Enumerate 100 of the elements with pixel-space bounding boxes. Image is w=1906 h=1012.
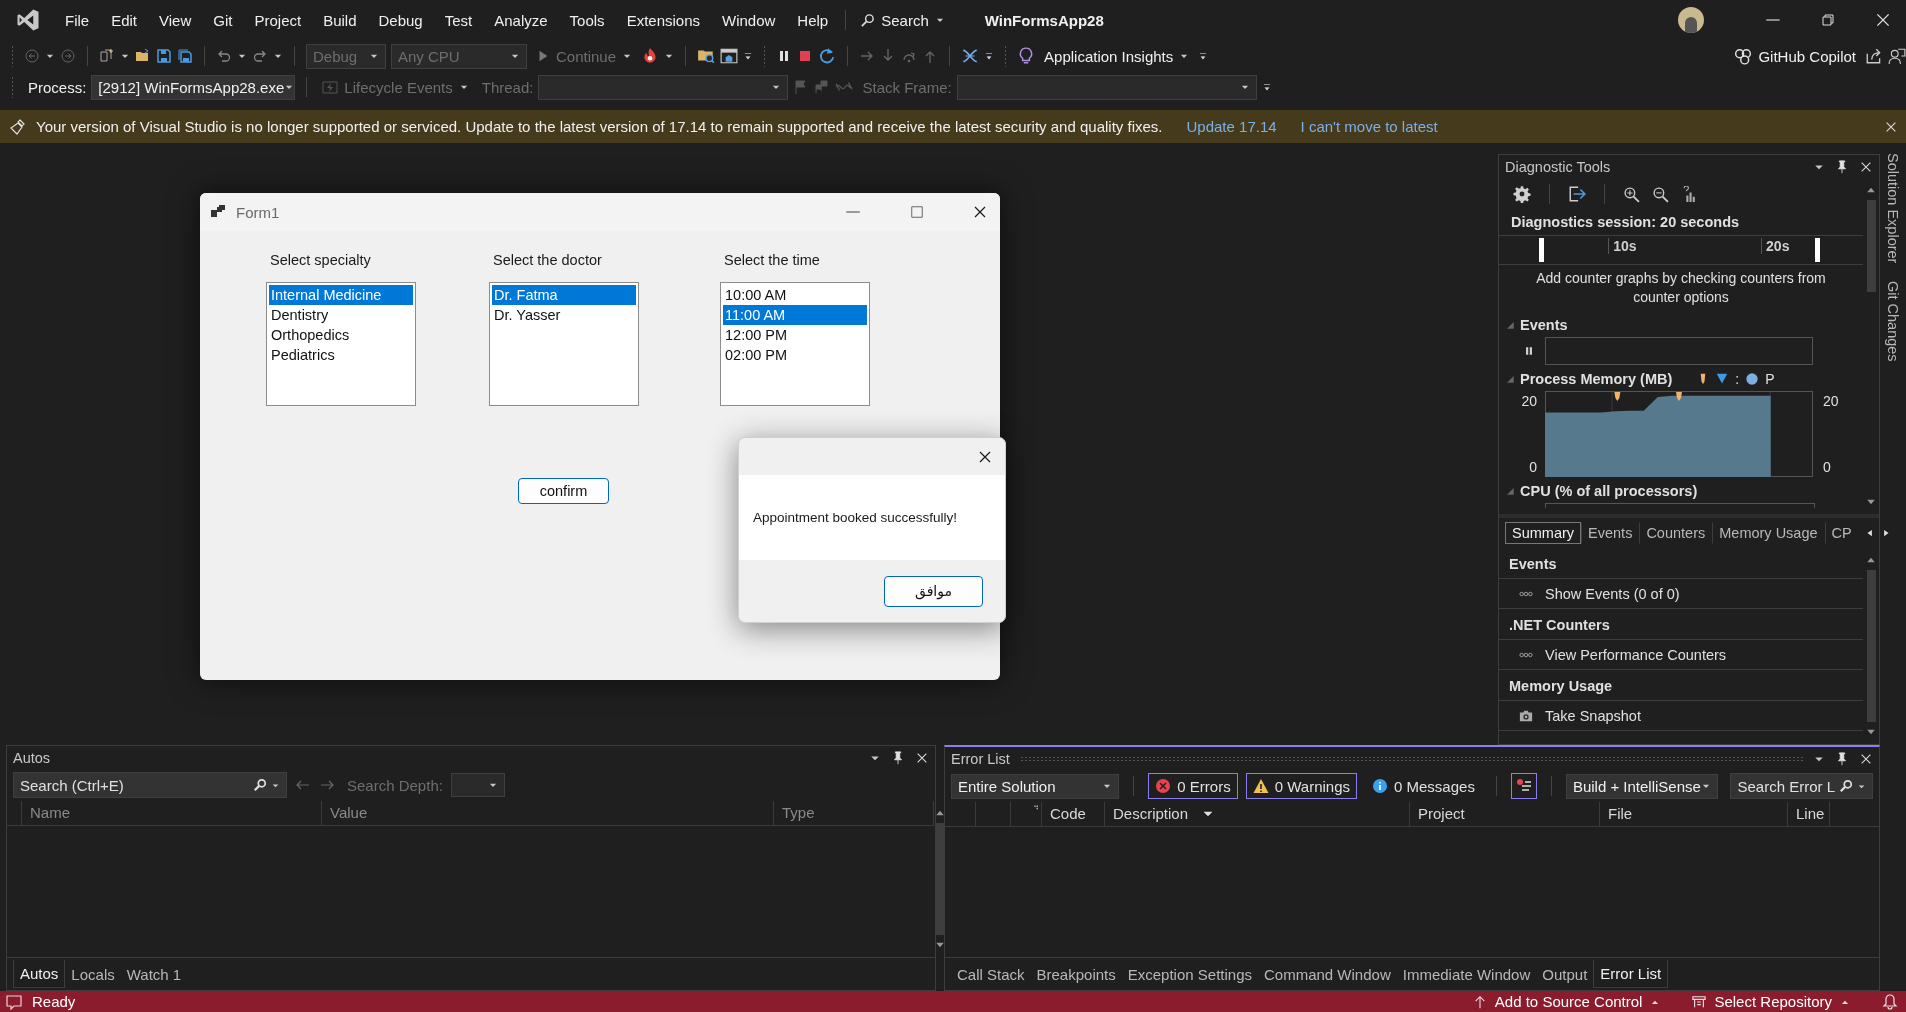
column-header[interactable]: Project (1410, 802, 1600, 826)
pin-icon[interactable] (891, 750, 905, 765)
range-handle[interactable] (1815, 238, 1820, 262)
list-box[interactable]: Internal Medicine Dentistry Orthopedics Pediatrics (266, 282, 416, 406)
list-item[interactable]: Dr. Fatma (492, 285, 636, 305)
action-link[interactable]: Take Snapshot (1545, 708, 1641, 724)
tab[interactable]: Memory Usage (1712, 522, 1825, 544)
tab[interactable]: Counters (1639, 522, 1713, 544)
menu-item[interactable]: Debug (367, 5, 434, 35)
list-item[interactable]: 02:00 PM (723, 345, 867, 365)
save-all-icon[interactable] (177, 48, 193, 64)
menu-item[interactable]: Window (711, 5, 787, 35)
info-link[interactable]: Update 17.14 (1186, 118, 1277, 135)
list-item[interactable]: Orthopedics (269, 325, 413, 345)
collapse-icon[interactable] (1505, 320, 1515, 330)
zoom-in-icon[interactable] (1623, 185, 1640, 203)
info-link[interactable]: I can't move to latest (1300, 118, 1438, 135)
pause-icon[interactable] (1523, 345, 1535, 357)
scrollbar-thumb[interactable] (1866, 200, 1876, 292)
list-item[interactable]: Internal Medicine (269, 285, 413, 305)
list-item[interactable]: 12:00 PM (723, 325, 867, 345)
column-header[interactable]: Name (22, 801, 322, 825)
source-control-button[interactable]: Add to Source Control (1472, 993, 1661, 1010)
list-item[interactable]: Dentistry (269, 305, 413, 325)
share-icon[interactable] (1865, 47, 1883, 65)
column-header[interactable]: Type (774, 801, 934, 825)
source-dropdown[interactable]: Build + IntelliSense (1565, 773, 1719, 799)
scope-dropdown[interactable]: Entire Solution (951, 773, 1120, 799)
action-link[interactable]: View Performance Counters (1545, 647, 1727, 663)
menu-item[interactable]: Analyze (483, 5, 559, 35)
tab[interactable]: Call Stack (951, 960, 1031, 988)
tab[interactable]: Breakpoints (1030, 960, 1122, 988)
side-tab[interactable]: Git Changes (1885, 281, 1901, 363)
window-icon[interactable] (720, 47, 739, 65)
side-tab[interactable]: Solution Explorer (1885, 153, 1901, 264)
column-header[interactable]: Description (1105, 802, 1410, 826)
list-item[interactable]: 11:00 AM (723, 305, 867, 325)
tab[interactable]: Error List (1593, 960, 1669, 988)
bell-icon[interactable] (1882, 993, 1898, 1010)
restart-icon[interactable] (818, 47, 837, 65)
new-project-icon[interactable] (99, 48, 115, 64)
scrollbar-thumb[interactable] (1866, 570, 1876, 722)
undo-icon[interactable] (216, 48, 232, 64)
menu-item[interactable]: Project (243, 5, 313, 35)
list-box[interactable]: 10:00 AM 11:00 AM 12:00 PM 02:00 PM (720, 282, 870, 406)
settings-icon[interactable] (1513, 185, 1531, 203)
tab[interactable]: Exception Settings (1121, 960, 1258, 988)
confirm-button[interactable]: confirm (518, 478, 609, 504)
filter-toggle[interactable]: 0 Errors (1148, 773, 1238, 799)
menu-item[interactable]: Help (786, 5, 840, 35)
column-header[interactable]: Code (1042, 802, 1105, 826)
folder-icon[interactable] (135, 48, 151, 64)
close-icon[interactable] (1874, 11, 1892, 29)
diagnostics-icon[interactable] (961, 47, 980, 65)
folder-search-icon[interactable] (697, 47, 716, 65)
redo-icon[interactable] (252, 48, 268, 64)
tab[interactable]: Immediate Window (1396, 960, 1537, 988)
maximize-icon[interactable] (910, 205, 924, 219)
tab[interactable]: Summary (1505, 522, 1582, 544)
list-item[interactable]: 10:00 AM (723, 285, 867, 305)
copilot-button[interactable]: GitHub Copilot (1730, 45, 1860, 67)
menu-item[interactable]: File (54, 5, 101, 35)
tab[interactable]: Watch 1 (120, 960, 188, 988)
list-item[interactable]: Pediatrics (269, 345, 413, 365)
menu-item[interactable]: Test (433, 5, 484, 35)
avatar[interactable] (1678, 7, 1704, 33)
save-icon[interactable] (156, 48, 172, 64)
search-button[interactable]: Search (852, 7, 953, 33)
tab[interactable]: Command Window (1258, 960, 1397, 988)
collapse-icon[interactable] (1505, 486, 1515, 496)
menu-item[interactable]: Build (312, 5, 368, 35)
tab[interactable]: Output (1536, 960, 1594, 988)
filter-button[interactable] (1510, 773, 1537, 799)
menu-item[interactable]: Git (202, 5, 244, 35)
insights-button[interactable]: Application Insights (1040, 45, 1194, 67)
zoom-out-icon[interactable] (1652, 185, 1669, 203)
search-field[interactable]: Search (Ctrl+E) (13, 772, 287, 798)
column-header[interactable]: File (1600, 802, 1788, 826)
feedback-icon[interactable] (1888, 47, 1906, 65)
collapse-icon[interactable] (1505, 374, 1515, 384)
pin-icon[interactable] (1835, 751, 1849, 766)
export-icon[interactable] (1568, 185, 1586, 203)
notification-icon[interactable] (6, 993, 22, 1010)
ok-button[interactable]: موافق (884, 575, 983, 607)
tab[interactable]: CP (1824, 522, 1859, 544)
menu-item[interactable]: Tools (558, 5, 616, 35)
list-item[interactable]: Dr. Yasser (492, 305, 636, 325)
bar-chart-icon[interactable] (1681, 185, 1698, 203)
action-link[interactable]: Show Events (0 of 0) (1545, 586, 1680, 602)
menu-item[interactable]: View (148, 5, 203, 35)
list-box[interactable]: Dr. Fatma Dr. Yasser (489, 282, 639, 406)
menu-item[interactable]: Extensions (615, 5, 711, 35)
search-field[interactable]: Search Error L (1730, 773, 1873, 799)
tab[interactable]: Autos (13, 960, 66, 988)
scrollbar-thumb[interactable] (935, 823, 945, 935)
close-icon[interactable] (972, 204, 988, 220)
pin-icon[interactable] (1835, 159, 1849, 174)
tab[interactable]: Locals (65, 960, 121, 988)
range-handle[interactable] (1539, 238, 1544, 262)
menu-item[interactable]: Edit (100, 5, 149, 35)
